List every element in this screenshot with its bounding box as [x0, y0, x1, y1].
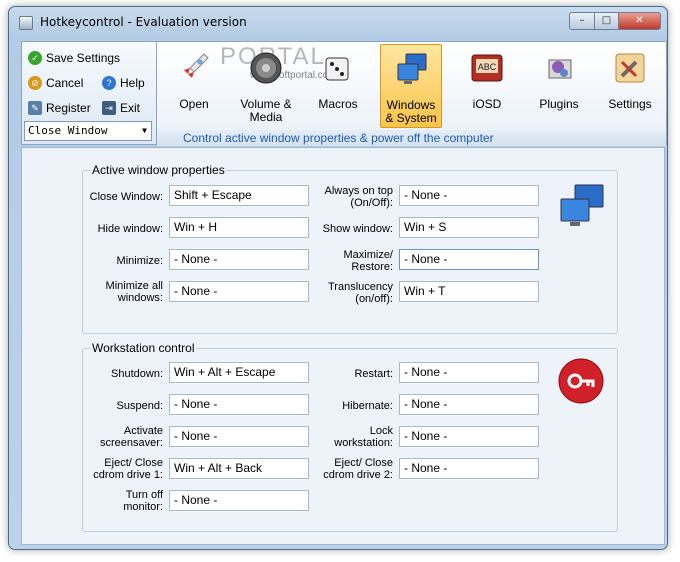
chevron-down-icon[interactable]: ▼: [142, 122, 147, 140]
category-toolbar: PORTAL www.softportal.com Open Volume & …: [157, 41, 667, 146]
register-label: Register: [46, 101, 91, 115]
exit-icon: ⇥: [102, 100, 116, 115]
exit-label: Exit: [120, 101, 141, 115]
lock-hotkey-field[interactable]: - None -: [399, 426, 539, 447]
maximize-restore-hotkey-field[interactable]: - None -: [399, 249, 539, 270]
help-button[interactable]: ? Help: [102, 73, 145, 93]
title-bar[interactable]: Hotkeycontrol - Evaluation version – □ ✕: [9, 7, 667, 37]
eject-drive1-hotkey-field[interactable]: Win + Alt + Back: [169, 458, 309, 479]
app-icon: [19, 16, 33, 30]
field-label: Minimize all windows:: [105, 280, 163, 304]
field-label: Eject/ Close cdrom drive 1:: [93, 457, 163, 481]
field-label: Maximize/ Restore:: [343, 249, 393, 273]
eject-drive2-hotkey-field[interactable]: - None -: [399, 458, 539, 479]
minimize-button[interactable]: –: [569, 12, 595, 30]
tab-settings[interactable]: Settings: [599, 44, 661, 128]
field-label: Hide window:: [97, 223, 163, 235]
monitors-icon: [397, 53, 427, 84]
action-select[interactable]: Close Window ▼: [24, 121, 152, 141]
abc-icon: ABC: [471, 54, 503, 82]
tab-volume-media-label: Volume & Media: [240, 97, 292, 124]
maximize-button[interactable]: □: [594, 12, 619, 30]
translucency-hotkey-field[interactable]: Win + T: [399, 281, 539, 302]
action-select-value: Close Window: [28, 124, 108, 137]
close-button[interactable]: ✕: [618, 12, 661, 30]
screensaver-hotkey-field[interactable]: - None -: [169, 426, 309, 447]
restart-hotkey-field[interactable]: - None -: [399, 362, 539, 383]
app-window: Hotkeycontrol - Evaluation version – □ ✕…: [8, 6, 668, 550]
settings-pane: Active window properties Close Window: S…: [21, 147, 665, 545]
hibernate-hotkey-field[interactable]: - None -: [399, 394, 539, 415]
speaker-icon: [250, 52, 282, 84]
tab-iosd[interactable]: ABC iOSD: [456, 44, 518, 128]
tab-plugins-label: Plugins: [539, 97, 579, 111]
minimize-hotkey-field[interactable]: - None -: [169, 249, 309, 270]
category-description: Control active window properties & power…: [157, 130, 666, 146]
cancel-button[interactable]: ⊘ Cancel: [28, 73, 83, 93]
tab-open-label: Open: [179, 97, 209, 111]
save-settings-button[interactable]: ✓ Save Settings: [28, 48, 120, 68]
register-button[interactable]: ✎ Register: [28, 98, 91, 118]
field-label: Close Window:: [89, 191, 163, 203]
workstation-group: Workstation control Shutdown: Win + Alt …: [82, 341, 618, 532]
save-settings-label: Save Settings: [46, 51, 121, 65]
cancel-label: Cancel: [46, 76, 84, 90]
checkmark-icon: ✓: [28, 50, 42, 65]
field-label: Shutdown:: [111, 368, 163, 380]
tab-plugins[interactable]: Plugins: [528, 44, 590, 128]
tab-iosd-label: iOSD: [472, 97, 502, 111]
always-on-top-hotkey-field[interactable]: - None -: [399, 185, 539, 206]
tab-settings-label: Settings: [608, 97, 652, 111]
dice-icon: [325, 57, 349, 81]
svg-text:ABC: ABC: [478, 62, 497, 72]
exit-button[interactable]: ⇥ Exit: [102, 98, 140, 118]
hide-window-hotkey-field[interactable]: Win + H: [169, 217, 309, 238]
field-label: Suspend:: [116, 400, 163, 412]
field-label: Hibernate:: [342, 400, 393, 412]
tab-open[interactable]: Open: [163, 44, 225, 128]
monitors-icon: [560, 184, 604, 226]
tab-macros-label: Macros: [318, 97, 358, 111]
power-key-icon: [558, 358, 604, 404]
field-label: Lock workstation:: [334, 425, 393, 449]
field-label: Eject/ Close cdrom drive 2:: [323, 457, 393, 481]
tab-macros[interactable]: Macros: [307, 44, 369, 128]
suspend-hotkey-field[interactable]: - None -: [169, 394, 309, 415]
field-label: Translucency (on/off):: [327, 281, 393, 305]
shutdown-hotkey-field[interactable]: Win + Alt + Escape: [169, 362, 309, 383]
rocket-icon: [180, 53, 209, 82]
puzzle-icon: [548, 59, 572, 79]
field-label: Always on top (On/Off):: [324, 185, 393, 209]
field-label: Turn off monitor:: [123, 489, 163, 513]
cancel-icon: ⊘: [28, 75, 42, 90]
active-window-group: Active window properties Close Window: S…: [82, 163, 618, 334]
show-window-hotkey-field[interactable]: Win + S: [399, 217, 539, 238]
minimize-all-hotkey-field[interactable]: - None -: [169, 281, 309, 302]
active-window-group-title: Active window properties: [91, 163, 226, 177]
tab-windows-system-label: Windows & System: [385, 98, 437, 125]
field-label: Show window:: [322, 223, 393, 235]
window-title: Hotkeycontrol - Evaluation version: [40, 15, 247, 29]
monitor-off-hotkey-field[interactable]: - None -: [169, 490, 309, 511]
tab-windows-system[interactable]: Windows & System: [380, 44, 442, 128]
tools-icon: [615, 53, 645, 83]
tab-volume-media[interactable]: Volume & Media: [235, 44, 297, 128]
help-label: Help: [120, 76, 145, 90]
field-label: Activate screensaver:: [100, 425, 163, 449]
workstation-group-title: Workstation control: [91, 341, 196, 355]
field-label: Minimize:: [116, 255, 163, 267]
quick-actions-panel: ✓ Save Settings ⊘ Cancel ? Help ✎ Register ⇥…: [21, 41, 157, 145]
register-icon: ✎: [28, 100, 42, 115]
help-icon: ?: [102, 75, 116, 90]
field-label: Restart:: [354, 368, 393, 380]
close-window-hotkey-field[interactable]: Shift + Escape: [169, 185, 309, 206]
